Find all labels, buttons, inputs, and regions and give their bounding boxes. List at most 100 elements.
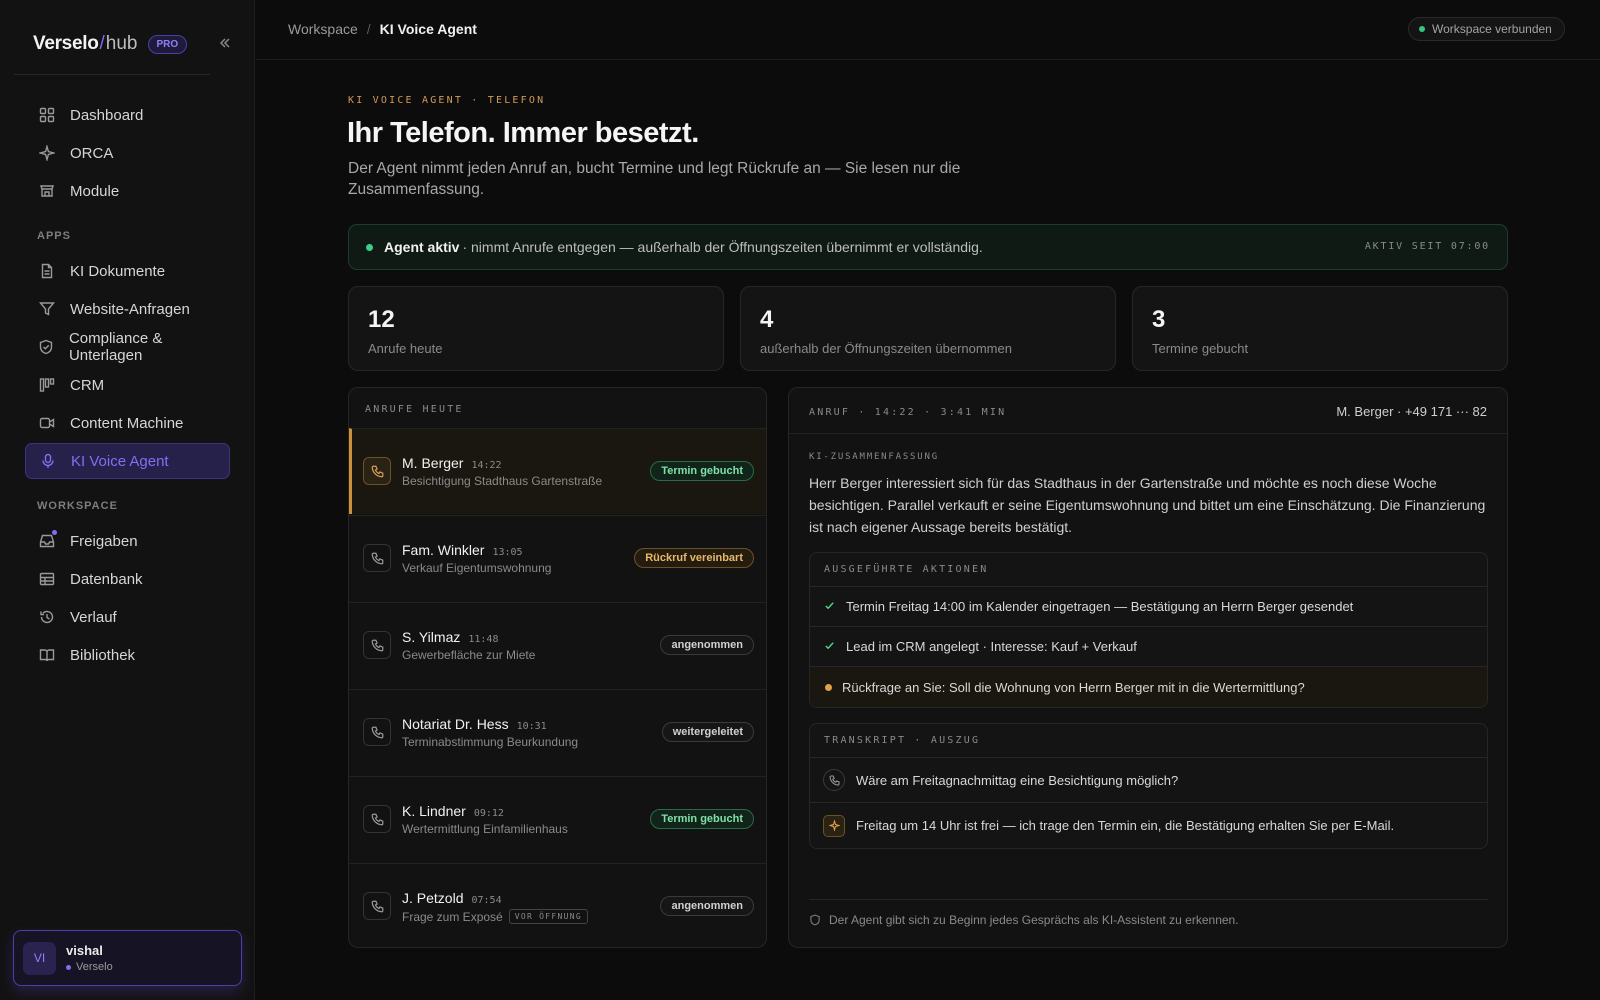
status-badge: angenommen	[660, 635, 754, 655]
user-card[interactable]: VI vishal Verselo	[13, 930, 242, 986]
sidebar-item-label: KI Dokumente	[70, 262, 166, 280]
avatar: VI	[23, 941, 56, 975]
pro-badge: PRO	[147, 34, 188, 54]
grid-icon	[38, 106, 56, 124]
phone-icon	[823, 769, 845, 791]
summary-text: Herr Berger interessiert sich für das St…	[809, 475, 1486, 535]
brand-suffix: hub	[105, 33, 138, 54]
page-eyebrow: KI VOICE AGENT · TELEFON	[348, 95, 546, 106]
call-time: 13:05	[492, 547, 523, 558]
chevrons-left-icon[interactable]	[218, 36, 232, 55]
microphone-icon	[39, 452, 57, 470]
brand-slash: /	[99, 33, 105, 54]
status-dot	[1419, 26, 1425, 32]
agent-status-banner: Agent aktiv · nimmt Anrufe entgegen — au…	[348, 224, 1508, 270]
check-icon	[824, 640, 836, 654]
user-org: Verselo	[66, 961, 113, 973]
book-icon	[38, 646, 56, 664]
call-description: Gewerbefläche zur Miete	[402, 648, 536, 662]
sidebar-item-label: ORCA	[70, 144, 114, 162]
sidebar-item-datenbank[interactable]: Datenbank	[25, 561, 230, 597]
action-row-pending[interactable]: Rückfrage an Sie: Soll die Wohnung von H…	[810, 667, 1487, 707]
call-description: Frage zum Exposé VOR ÖFFNUNG	[402, 909, 588, 924]
page-subtitle: Der Agent nimmt jeden Anruf an, bucht Te…	[348, 160, 961, 198]
stat-label: Termine gebucht	[1152, 341, 1249, 356]
phone-icon	[363, 544, 391, 572]
sidebar-item-crm[interactable]: CRM	[25, 367, 230, 403]
transcript-panel: TRANSKRIPT · AUSZUG Wäre am Freitagnachm…	[809, 723, 1488, 849]
brand-divider	[14, 74, 210, 75]
call-description: Terminabstimmung Beurkundung	[402, 735, 579, 749]
call-row[interactable]: M. Berger 14:22 Besichtigung Stadthaus Ga…	[349, 428, 766, 514]
sidebar-item-label: Content Machine	[70, 414, 184, 432]
status-badge: Termin gebucht	[650, 461, 754, 481]
caller-name: M. Berger	[402, 455, 464, 471]
pending-dot	[825, 683, 832, 691]
sidebar-item-ki-dokumente[interactable]: KI Dokumente	[25, 253, 230, 289]
document-icon	[38, 262, 56, 280]
sidebar-item-content-machine[interactable]: Content Machine	[25, 405, 230, 441]
phone-icon	[363, 892, 391, 920]
transcript-line-agent: Freitag um 14 Uhr ist frei — ich trage d…	[810, 803, 1487, 848]
divider	[789, 433, 1507, 434]
stat-card-after-hours: 4 außerhalb der Öffnungszeiten übernomme…	[740, 286, 1116, 371]
caller-name: Fam. Winkler	[402, 542, 485, 558]
call-detail-header: ANRUF · 14:22 · 3:41 MIN	[809, 407, 1007, 418]
call-time: 11:48	[468, 634, 499, 645]
action-text: Termin Freitag 14:00 im Kalender eingetr…	[846, 599, 1354, 614]
sidebar-item-orca[interactable]: ORCA	[25, 135, 230, 171]
phone-icon	[363, 631, 391, 659]
summary-title: KI-ZUSAMMENFASSUNG	[809, 452, 939, 462]
call-row[interactable]: J. Petzold 07:54 Frage zum Exposé VOR ÖFFN…	[349, 863, 766, 947]
sidebar-item-label: CRM	[70, 376, 105, 394]
sidebar-item-label: Module	[70, 182, 120, 200]
caller-name: Notariat Dr. Hess	[402, 716, 509, 732]
sidebar-item-dashboard[interactable]: Dashboard	[25, 97, 230, 133]
calls-panel-title: ANRUFE HEUTE	[365, 404, 464, 415]
sidebar-item-freigaben[interactable]: Freigaben	[25, 523, 230, 559]
stat-value: 3	[1152, 306, 1166, 333]
action-text: Lead im CRM angelegt · Interesse: Kauf +…	[846, 639, 1137, 654]
filter-icon	[38, 300, 56, 318]
sidebar-item-bibliothek[interactable]: Bibliothek	[25, 637, 230, 673]
transcript-text: Wäre am Freitagnachmittag eine Besichtig…	[856, 772, 1179, 788]
sparkle-icon	[38, 144, 56, 162]
caller-name: J. Petzold	[402, 890, 464, 906]
sidebar-item-website-anfragen[interactable]: Website-Anfragen	[25, 291, 230, 327]
history-icon	[38, 608, 56, 626]
brand-logo[interactable]: Verselo / hub PRO	[33, 33, 188, 55]
call-row[interactable]: Notariat Dr. Hess 10:31 Terminabstimmung …	[349, 689, 766, 775]
call-description: Besichtigung Stadthaus Gartenstraße	[402, 474, 603, 488]
check-icon	[824, 600, 836, 614]
topbar: Workspace / KI Voice Agent Workspace ver…	[256, 0, 1600, 60]
call-contact: M. Berger · +49 171 ··· 82	[1336, 404, 1487, 419]
action-row: Termin Freitag 14:00 im Kalender eingetr…	[810, 587, 1487, 627]
brand-name: Verselo	[33, 33, 99, 54]
caller-name: K. Lindner	[402, 803, 466, 819]
action-row: Lead im CRM angelegt · Interesse: Kauf +…	[810, 627, 1487, 667]
user-name: vishal	[66, 943, 103, 958]
call-time: 09:12	[473, 808, 504, 819]
sidebar-item-ki-voice-agent[interactable]: KI Voice Agent	[25, 443, 230, 479]
agent-status-title: Agent aktiv	[384, 239, 460, 255]
status-badge: angenommen	[660, 896, 754, 916]
phone-icon	[363, 718, 391, 746]
sidebar-item-label: Compliance & Unterlagen	[68, 330, 163, 364]
shield-icon	[809, 914, 821, 926]
sidebar-item-label: KI Voice Agent	[71, 452, 169, 470]
call-row[interactable]: S. Yilmaz 11:48 Gewerbefläche zur Miete a…	[349, 602, 766, 688]
stat-value: 4	[760, 306, 774, 333]
breadcrumb-workspace[interactable]: Workspace	[288, 21, 358, 37]
sidebar-item-verlauf[interactable]: Verlauf	[25, 599, 230, 635]
calls-today-panel: ANRUFE HEUTE M. Berger 14:22 Besichtigung…	[348, 387, 767, 948]
sidebar-item-module[interactable]: Module	[25, 173, 230, 209]
sidebar-item-compliance[interactable]: Compliance & Unterlagen	[25, 329, 230, 365]
action-text: Rückfrage an Sie: Soll die Wohnung von H…	[842, 679, 1305, 695]
phone-icon	[363, 457, 391, 485]
call-row[interactable]: Fam. Winkler 13:05 Verkauf Eigentumswohnu…	[349, 515, 766, 601]
sidebar-item-label: Bibliothek	[70, 646, 136, 664]
call-row[interactable]: K. Lindner 09:12 Wertermittlung Einfamili…	[349, 776, 766, 862]
sidebar-item-label: Datenbank	[70, 570, 143, 588]
sidebar-item-label: Dashboard	[70, 106, 144, 124]
transcript-title: TRANSKRIPT · AUSZUG	[810, 724, 1487, 758]
